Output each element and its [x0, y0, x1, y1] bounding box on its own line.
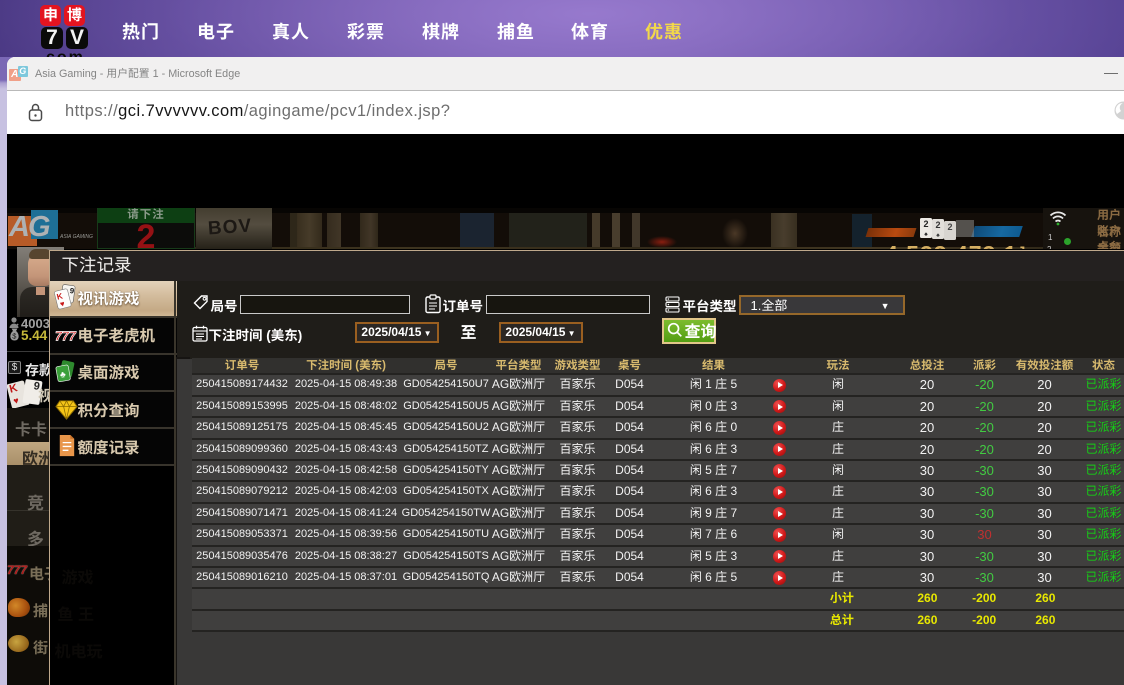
svg-text:777: 777 — [54, 329, 76, 343]
